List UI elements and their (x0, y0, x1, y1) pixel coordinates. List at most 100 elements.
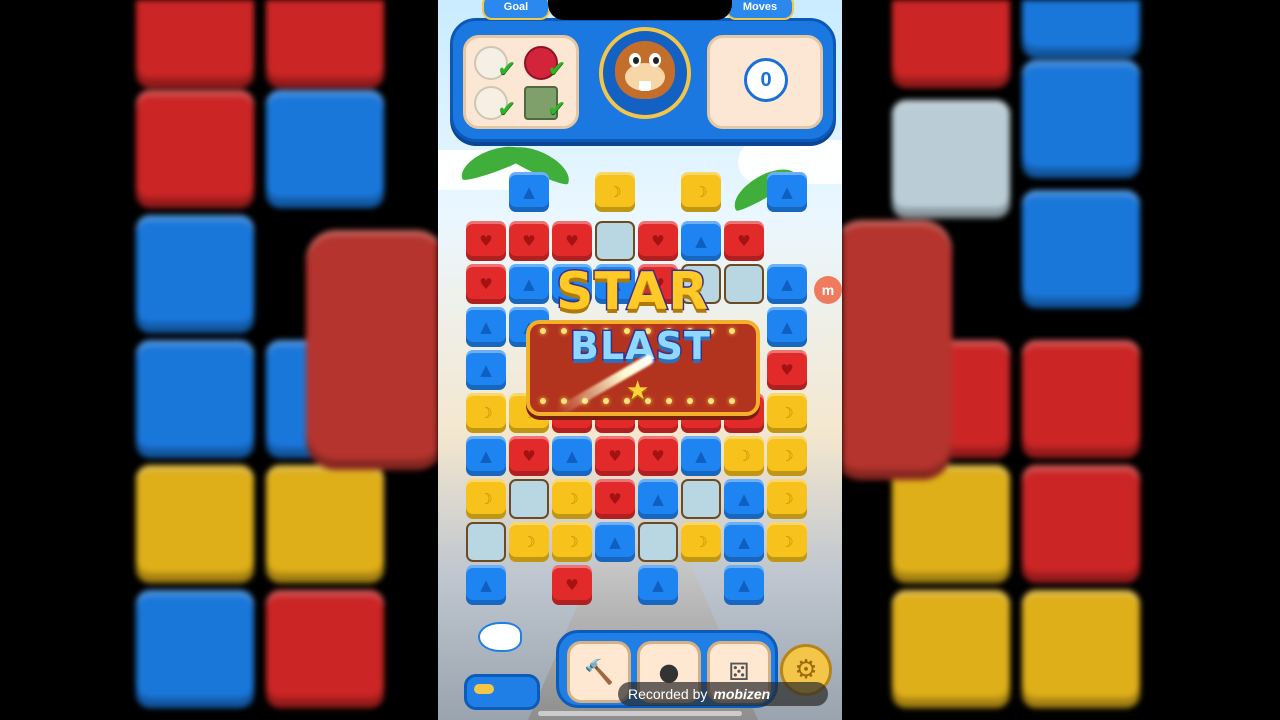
blue-cube[interactable]: ▲ (638, 565, 678, 605)
goal-item-bubble: ✔ (472, 84, 516, 122)
heart-icon: ♥ (737, 232, 751, 250)
drop-icon: ▲ (652, 576, 664, 594)
blue-cube[interactable]: ▲ (638, 479, 678, 519)
blue-cube[interactable]: ▲ (466, 436, 506, 476)
drop-icon: ▲ (480, 576, 492, 594)
moves-counter: 0 (744, 58, 788, 102)
moon-icon: ☽ (780, 490, 794, 508)
top-hud: ✔ ✔ ✔ ✔ 0 (450, 18, 836, 142)
drop-icon: ▲ (738, 533, 750, 551)
yellow-cube[interactable]: ☽ (552, 522, 592, 562)
moon-icon: ☽ (479, 490, 493, 508)
yellow-cube[interactable]: ☽ (724, 436, 764, 476)
red-cube[interactable]: ♥ (552, 221, 592, 261)
red-cube[interactable]: ♥ (638, 436, 678, 476)
moon-icon: ☽ (608, 183, 622, 201)
blurred-background-right (842, 0, 1244, 720)
drop-icon: ▲ (781, 275, 793, 293)
checkmark-icon: ✔ (547, 97, 566, 122)
blue-cube[interactable]: ▲ (724, 479, 764, 519)
moon-icon: ☽ (479, 404, 493, 422)
yellow-cube[interactable]: ☽ (595, 172, 635, 212)
star-icon: ★ (626, 376, 650, 406)
yellow-cube[interactable]: ☽ (681, 172, 721, 212)
empty-tile (466, 522, 506, 562)
moon-icon: ☽ (694, 183, 708, 201)
yellow-cube[interactable]: ☽ (509, 522, 549, 562)
marquee-bulb (603, 398, 609, 404)
drop-icon: ▲ (480, 361, 492, 379)
yellow-cube[interactable]: ☽ (767, 522, 807, 562)
heart-icon: ♥ (522, 447, 536, 465)
red-cube[interactable]: ♥ (509, 436, 549, 476)
red-cube[interactable]: ♥ (466, 221, 506, 261)
blue-cube[interactable]: ▲ (595, 522, 635, 562)
marquee-bulb (729, 328, 735, 334)
heart-icon: ♥ (651, 232, 665, 250)
watermark-brand: mobizen (713, 686, 771, 702)
red-cube[interactable]: ♥ (595, 479, 635, 519)
heart-icon: ♥ (780, 361, 794, 379)
drop-icon: ▲ (781, 318, 793, 336)
recording-watermark: Recorded by mobizen (618, 682, 828, 706)
checkmark-icon: ✔ (547, 57, 566, 82)
letterbox-right (1244, 0, 1280, 720)
red-cube[interactable]: ♥ (767, 350, 807, 390)
drop-icon: ▲ (480, 447, 492, 465)
blue-cube[interactable]: ▲ (724, 565, 764, 605)
heart-icon: ♥ (565, 576, 579, 594)
blue-cube[interactable]: ▲ (767, 172, 807, 212)
star-blast-banner: STAR BLAST ★ (526, 261, 760, 417)
yellow-cube[interactable]: ☽ (681, 522, 721, 562)
drop-icon: ▲ (695, 447, 707, 465)
blue-cube[interactable]: ▲ (466, 350, 506, 390)
blue-cube[interactable]: ▲ (552, 436, 592, 476)
blue-cube[interactable]: ▲ (767, 264, 807, 304)
blue-cube[interactable]: ▲ (509, 172, 549, 212)
red-cube[interactable]: ♥ (509, 221, 549, 261)
goal-label: Goal (482, 0, 550, 20)
yellow-cube[interactable]: ☽ (767, 436, 807, 476)
charge-meter (474, 684, 494, 694)
blue-cube[interactable]: ▲ (681, 221, 721, 261)
red-cube[interactable]: ♥ (724, 221, 764, 261)
drop-icon: ▲ (480, 318, 492, 336)
rocket-plane-booster[interactable] (458, 616, 540, 712)
drop-icon: ▲ (523, 183, 535, 201)
red-cube[interactable]: ♥ (466, 264, 506, 304)
drop-icon: ▲ (738, 576, 750, 594)
blue-cube[interactable]: ▲ (724, 522, 764, 562)
phone-notch (548, 0, 732, 20)
yellow-cube[interactable]: ☽ (767, 393, 807, 433)
game-screen: ✔ ✔ ✔ ✔ 0 Goal Moves ▲ ☽ ☽ ▲ ♥ ♥ ♥ ♥ ▲ ♥… (438, 0, 842, 720)
moon-icon: ☽ (522, 533, 536, 551)
drop-icon: ▲ (609, 533, 621, 551)
moon-icon: ☽ (694, 533, 708, 551)
yellow-cube[interactable]: ☽ (552, 479, 592, 519)
letterbox-left (0, 0, 36, 720)
red-cube[interactable]: ♥ (552, 565, 592, 605)
goal-item-pomegranate: ✔ (522, 44, 566, 82)
yellow-cube[interactable]: ☽ (466, 479, 506, 519)
moon-icon: ☽ (565, 490, 579, 508)
moon-icon: ☽ (780, 533, 794, 551)
red-cube[interactable]: ♥ (638, 221, 678, 261)
heart-icon: ♥ (565, 232, 579, 250)
moves-panel: 0 (707, 35, 823, 129)
blurred-background-left (36, 0, 438, 720)
heart-icon: ♥ (608, 447, 622, 465)
heart-icon: ♥ (479, 275, 493, 293)
drop-icon: ▲ (781, 183, 793, 201)
checkmark-icon: ✔ (497, 57, 516, 82)
home-indicator (538, 711, 742, 716)
yellow-cube[interactable]: ☽ (466, 393, 506, 433)
airplane-icon (478, 622, 522, 652)
blue-cube[interactable]: ▲ (466, 565, 506, 605)
yellow-cube[interactable]: ☽ (767, 479, 807, 519)
heart-icon: ♥ (479, 232, 493, 250)
blue-cube[interactable]: ▲ (681, 436, 721, 476)
blue-cube[interactable]: ▲ (767, 307, 807, 347)
drop-icon: ▲ (738, 490, 750, 508)
blue-cube[interactable]: ▲ (466, 307, 506, 347)
red-cube[interactable]: ♥ (595, 436, 635, 476)
